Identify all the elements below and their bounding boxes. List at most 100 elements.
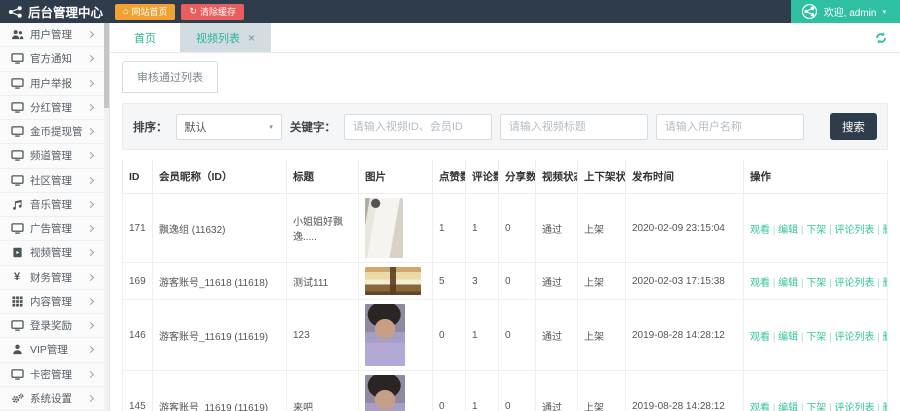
sidebar-item-user-reports[interactable]: 用户举报 bbox=[0, 72, 109, 96]
action-link[interactable]: 下架 bbox=[806, 403, 826, 411]
video-id-input[interactable] bbox=[344, 114, 492, 140]
action-link[interactable]: 观看 bbox=[750, 278, 770, 289]
sidebar-item-label: 视频管理 bbox=[30, 245, 82, 260]
col-likes: 点赞数 bbox=[433, 160, 466, 194]
chevron-right-icon bbox=[87, 80, 94, 87]
cell-likes: 0 bbox=[433, 300, 466, 371]
subtab-approved-list[interactable]: 审核通过列表 bbox=[122, 61, 218, 93]
action-link[interactable]: 评论列表 bbox=[834, 403, 874, 411]
user-name-input[interactable] bbox=[656, 114, 804, 140]
search-button[interactable]: 搜索 bbox=[830, 113, 877, 140]
video-thumbnail[interactable] bbox=[365, 304, 405, 366]
action-link[interactable]: 删除 bbox=[883, 278, 888, 289]
sidebar-item-channel[interactable]: 频道管理 bbox=[0, 144, 109, 168]
action-separator: | bbox=[770, 278, 778, 289]
cell-actions: 观看 | 编辑 | 下架 | 评论列表 | 删除 bbox=[744, 194, 888, 263]
sidebar-item-users[interactable]: 用户管理 bbox=[0, 23, 109, 47]
cell-title: 123 bbox=[287, 300, 359, 371]
clear-cache-button[interactable]: ↻ 清除缓存 bbox=[181, 4, 244, 20]
sidebar-scrollbar-thumb[interactable] bbox=[104, 23, 109, 108]
video-table: ID 会员昵称（ID） 标题 图片 点赞数 评论数 分享数 视频状态 上下架状态… bbox=[122, 160, 888, 411]
action-link[interactable]: 编辑 bbox=[778, 332, 798, 343]
action-link[interactable]: 观看 bbox=[750, 225, 770, 236]
action-link[interactable]: 观看 bbox=[750, 332, 770, 343]
action-link[interactable]: 删除 bbox=[883, 225, 888, 236]
action-link[interactable]: 评论列表 bbox=[834, 225, 874, 236]
cell-shelf-status: 上架 bbox=[578, 263, 626, 300]
action-link[interactable]: 编辑 bbox=[778, 278, 798, 289]
sidebar-item-label: 用户举报 bbox=[30, 76, 82, 91]
sidebar-item-coin-withdrawal[interactable]: 金币提现管理 bbox=[0, 120, 109, 144]
cell-id: 145 bbox=[123, 371, 153, 411]
action-separator: | bbox=[770, 332, 778, 343]
cell-publish-time: 2019-08-28 14:28:12 bbox=[626, 371, 744, 411]
sidebar-item-system-settings[interactable]: 系统设置 bbox=[0, 387, 109, 411]
action-separator: | bbox=[770, 225, 778, 236]
sidebar-item-label: 社区管理 bbox=[30, 173, 82, 188]
sidebar-item-vip[interactable]: VIP管理 bbox=[0, 338, 109, 362]
sidebar-item-label: 系统设置 bbox=[30, 391, 82, 406]
video-title-input[interactable] bbox=[500, 114, 648, 140]
chevron-right-icon bbox=[87, 104, 94, 111]
tab-home[interactable]: 首页 bbox=[110, 23, 180, 52]
sidebar-item-community[interactable]: 社区管理 bbox=[0, 169, 109, 193]
action-separator: | bbox=[874, 403, 882, 411]
cell-image bbox=[359, 300, 433, 371]
app-title: 后台管理中心 bbox=[28, 2, 103, 21]
col-video-status: 视频状态 bbox=[536, 160, 578, 194]
sidebar-item-dividend[interactable]: 分红管理 bbox=[0, 96, 109, 120]
sidebar-item-card-key[interactable]: 卡密管理 bbox=[0, 363, 109, 387]
sort-select[interactable]: 默认 ▾ bbox=[176, 114, 282, 140]
sort-label: 排序： bbox=[133, 119, 168, 135]
sidebar-item-finance[interactable]: ¥ 财务管理 bbox=[0, 266, 109, 290]
sidebar-item-login-reward[interactable]: 登录奖励 bbox=[0, 314, 109, 338]
site-home-button[interactable]: ⌂ 网站首页 bbox=[115, 4, 175, 20]
user-menu[interactable]: 欢迎, admin ▾ bbox=[791, 0, 900, 23]
sidebar-item-official-notice[interactable]: 官方通知 bbox=[0, 47, 109, 71]
action-separator: | bbox=[874, 225, 882, 236]
filter-bar: 排序： 默认 ▾ 关键字： 搜索 bbox=[122, 103, 888, 150]
sidebar-item-ads[interactable]: 广告管理 bbox=[0, 217, 109, 241]
sidebar-item-music[interactable]: 音乐管理 bbox=[0, 193, 109, 217]
admin-app: 后台管理中心 ⌂ 网站首页 ↻ 清除缓存 欢迎, admin ▾ bbox=[0, 0, 900, 411]
cell-shares: 0 bbox=[499, 371, 536, 411]
chevron-right-icon bbox=[87, 177, 94, 184]
action-link[interactable]: 编辑 bbox=[778, 225, 798, 236]
action-link[interactable]: 编辑 bbox=[778, 403, 798, 411]
monitor-icon bbox=[10, 223, 24, 234]
chevron-right-icon bbox=[87, 322, 94, 329]
action-link[interactable]: 下架 bbox=[806, 225, 826, 236]
action-link[interactable]: 评论列表 bbox=[834, 278, 874, 289]
video-file-icon bbox=[10, 247, 24, 258]
cell-actions: 观看 | 编辑 | 下架 | 评论列表 | 删除 bbox=[744, 371, 888, 411]
action-link[interactable]: 删除 bbox=[883, 332, 888, 343]
refresh-tabs-button[interactable] bbox=[862, 23, 900, 52]
action-link[interactable]: 观看 bbox=[750, 403, 770, 411]
clear-cache-label: 清除缓存 bbox=[200, 5, 236, 18]
sidebar-item-video[interactable]: 视频管理 bbox=[0, 241, 109, 265]
sidebar-scrollbar[interactable] bbox=[104, 23, 109, 411]
sidebar-item-label: 登录奖励 bbox=[30, 318, 82, 333]
action-link[interactable]: 评论列表 bbox=[834, 332, 874, 343]
cell-title: 小姐姐好飘逸..... bbox=[287, 194, 359, 263]
video-thumbnail[interactable] bbox=[365, 375, 405, 411]
cell-publish-time: 2020-02-03 17:15:38 bbox=[626, 263, 744, 300]
sidebar-item-label: 金币提现管理 bbox=[30, 124, 82, 139]
video-thumbnail[interactable] bbox=[365, 198, 403, 258]
cell-shelf-status: 上架 bbox=[578, 194, 626, 263]
person-icon bbox=[10, 344, 24, 355]
action-link[interactable]: 下架 bbox=[806, 332, 826, 343]
table-row: 169 游客账号_11618 (11618) 测试111 5 3 0 通过 上架… bbox=[123, 263, 888, 300]
video-thumbnail[interactable] bbox=[365, 267, 421, 295]
tab-video-list[interactable]: 视频列表 × bbox=[180, 23, 271, 52]
action-link[interactable]: 删除 bbox=[883, 403, 888, 411]
sidebar-item-label: 内容管理 bbox=[30, 294, 82, 309]
close-icon[interactable]: × bbox=[248, 32, 255, 44]
col-member: 会员昵称（ID） bbox=[153, 160, 287, 194]
sidebar-item-content[interactable]: 内容管理 bbox=[0, 290, 109, 314]
refresh-icon: ↻ bbox=[189, 7, 197, 16]
table-row: 171 飘逸组 (11632) 小姐姐好飘逸..... 1 1 0 通过 上架 … bbox=[123, 194, 888, 263]
action-link[interactable]: 下架 bbox=[806, 278, 826, 289]
cell-publish-time: 2020-02-09 23:15:04 bbox=[626, 194, 744, 263]
sidebar-item-label: 用户管理 bbox=[30, 27, 82, 42]
